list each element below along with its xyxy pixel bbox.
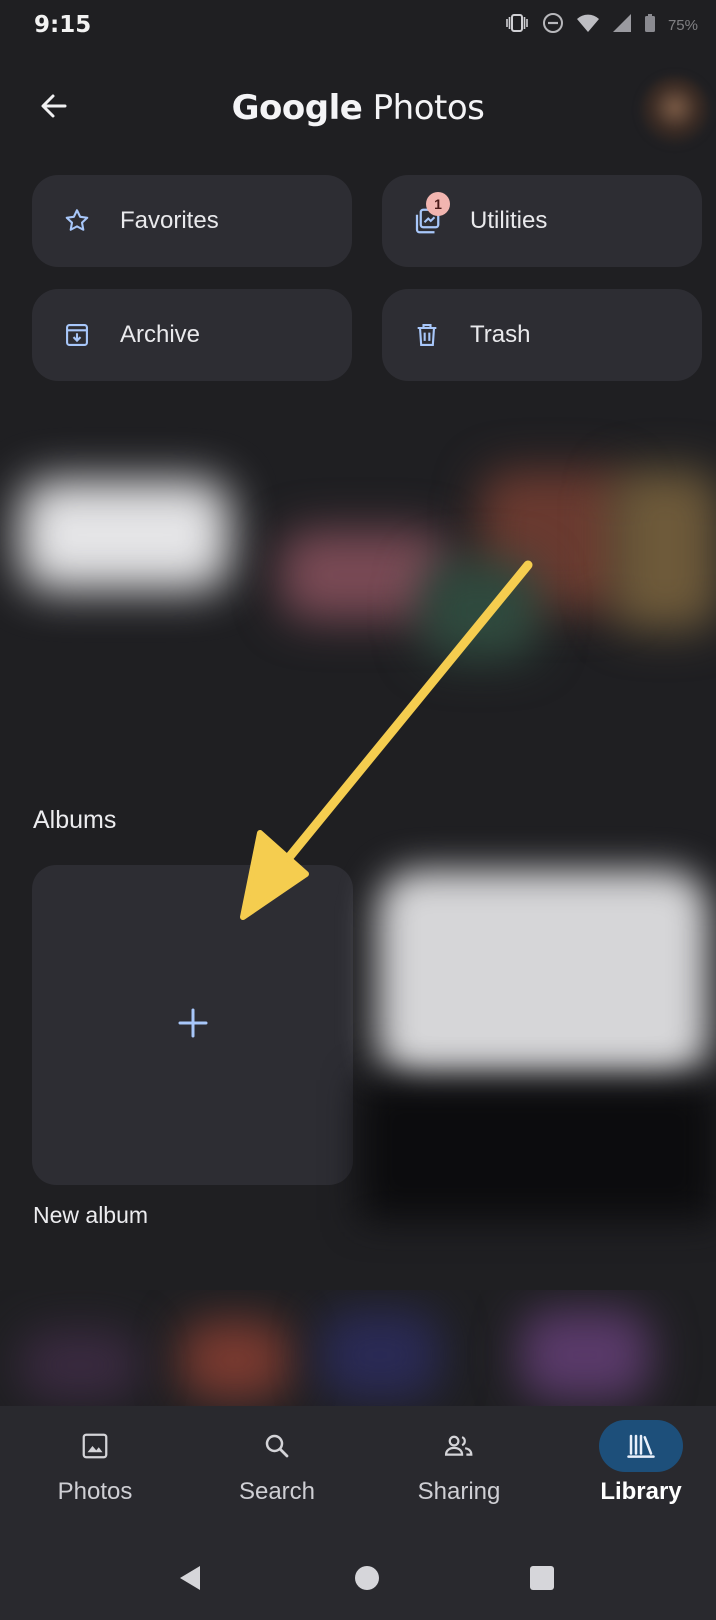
utilities-label: Utilities bbox=[470, 207, 548, 234]
album-thumbnail-blurred[interactable] bbox=[378, 870, 708, 1080]
new-album-label: New album bbox=[33, 1202, 149, 1228]
app-bar: Google Photos bbox=[0, 70, 716, 146]
app-title-brand: Google bbox=[231, 88, 363, 128]
system-navigation bbox=[0, 1536, 716, 1620]
status-time: 9:15 bbox=[34, 12, 92, 38]
favorites-button[interactable]: Favorites bbox=[32, 175, 352, 267]
new-album-button[interactable] bbox=[32, 865, 353, 1185]
nav-photos[interactable]: Photos bbox=[20, 1406, 170, 1536]
dnd-icon bbox=[542, 12, 564, 39]
star-outline-icon bbox=[62, 206, 92, 236]
nav-sharing[interactable]: Sharing bbox=[384, 1406, 534, 1536]
trash-label: Trash bbox=[470, 321, 531, 348]
albums-section-title: Albums bbox=[33, 806, 117, 834]
signal-icon bbox=[612, 13, 632, 38]
people-icon bbox=[417, 1420, 501, 1472]
archive-label: Archive bbox=[120, 321, 201, 348]
library-icon bbox=[599, 1420, 683, 1472]
wifi-icon bbox=[576, 13, 600, 38]
nav-search-label: Search bbox=[238, 1478, 316, 1505]
search-icon bbox=[235, 1420, 319, 1472]
status-bar: 9:15 75% bbox=[0, 0, 716, 56]
nav-library-label: Library bbox=[600, 1478, 682, 1505]
nav-photos-label: Photos bbox=[57, 1478, 133, 1505]
trash-button[interactable]: Trash bbox=[382, 289, 702, 381]
utilities-button[interactable]: 1 Utilities bbox=[382, 175, 702, 267]
status-icons: 75% bbox=[504, 12, 698, 39]
favorites-label: Favorites bbox=[120, 207, 219, 234]
photo-icon bbox=[53, 1420, 137, 1472]
battery-percent: 75% bbox=[667, 17, 698, 34]
utilities-badge: 1 bbox=[426, 192, 450, 216]
blurred-content-strip bbox=[0, 1290, 716, 1410]
app-title-product: Photos bbox=[372, 88, 485, 128]
album-shadow-blurred bbox=[360, 1080, 716, 1220]
nav-library[interactable]: Library bbox=[566, 1406, 716, 1536]
plus-icon bbox=[176, 1006, 210, 1045]
battery-icon bbox=[644, 13, 656, 38]
vibrate-icon bbox=[504, 13, 530, 38]
trash-icon bbox=[412, 320, 442, 350]
account-avatar[interactable] bbox=[640, 76, 710, 146]
archive-button[interactable]: Archive bbox=[32, 289, 352, 381]
photos-on-device-blurred bbox=[0, 410, 716, 770]
app-title: Google Photos bbox=[0, 88, 716, 128]
archive-icon bbox=[62, 320, 92, 350]
nav-search[interactable]: Search bbox=[202, 1406, 352, 1536]
home-circle-icon[interactable] bbox=[347, 1558, 387, 1598]
back-triangle-icon[interactable] bbox=[170, 1558, 210, 1598]
recents-square-icon[interactable] bbox=[522, 1558, 562, 1598]
nav-sharing-label: Sharing bbox=[417, 1478, 501, 1505]
utilities-icon: 1 bbox=[412, 192, 450, 236]
